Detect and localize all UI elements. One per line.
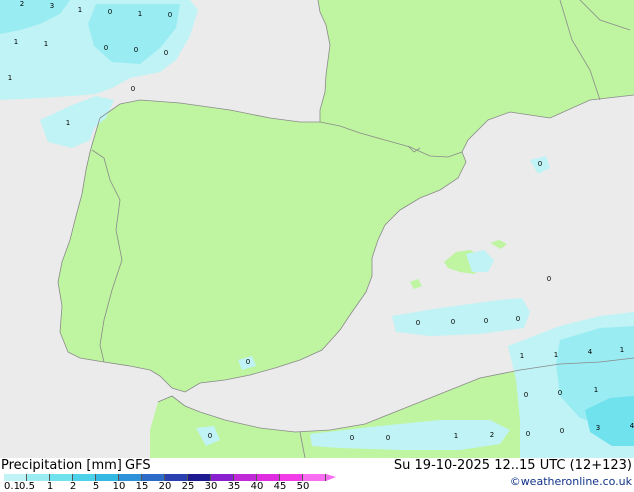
precip-value-label: 3 — [50, 2, 54, 10]
colorbar-segment — [165, 474, 188, 481]
colorbar-tick-label: 1 — [46, 481, 54, 492]
precipitation-map: 2 3 1 0 1 0 1 1 0 0 0 1 0 1 0 0 0 0 0 0 0 1 1 4 1 0 0 1 0 0 0 1 2 0 0 3 4 — [0, 0, 634, 458]
map-viewer: 2310101100010100000001141001000120034 Pr… — [0, 0, 634, 492]
colorbar-tick-label: 40 — [250, 481, 264, 492]
precip-value-label: 1 — [44, 40, 48, 48]
precip-value-label: 0 — [246, 358, 250, 366]
precip-value-label: 0 — [131, 85, 135, 93]
colorbar-tick-label: 35 — [227, 481, 241, 492]
valid-time: Su 19-10-2025 12..15 UTC (12+123) — [393, 458, 632, 473]
colorbar-segment — [73, 474, 96, 481]
precip-value-label: 0 — [108, 8, 112, 16]
precip-value-label: 4 — [630, 422, 634, 430]
precip-value-label: 1 — [620, 346, 624, 354]
precip-value-label: 0 — [416, 319, 420, 327]
precip-value-label: 0 — [524, 391, 528, 399]
colorbar-segment — [211, 474, 234, 481]
precip-value-label: 1 — [78, 6, 82, 14]
precip-value-label: 0 — [386, 434, 390, 442]
colorbar-segment — [303, 474, 326, 481]
precip-value-label: 3 — [596, 424, 600, 432]
colorbar-tick-label: 0.5 — [19, 481, 35, 492]
precip-value-label: 1 — [594, 386, 598, 394]
precip-value-label: 0 — [547, 275, 551, 283]
colorbar-tick-label: 10 — [112, 481, 126, 492]
precip-value-label: 0 — [560, 427, 564, 435]
precip-value-label: 0 — [134, 46, 138, 54]
colorbar-tick-label: 15 — [135, 481, 149, 492]
precip-value-label: 0 — [168, 11, 172, 19]
precip-value-label: 0 — [164, 49, 168, 57]
colorbar-tick-label: 5 — [92, 481, 100, 492]
colorbar-tick-label: 50 — [296, 481, 310, 492]
colorbar-tick-label: 2 — [69, 481, 77, 492]
precip-value-label: 4 — [588, 348, 593, 356]
legend-title: Precipitation [mm] — [1, 458, 122, 473]
precip-value-label: 1 — [8, 74, 12, 82]
colorbar-segment — [27, 474, 50, 481]
precip-value-label: 1 — [66, 119, 70, 127]
precip-value-label: 0 — [104, 44, 108, 52]
colorbar — [4, 474, 336, 481]
precip-value-label: 1 — [14, 38, 18, 46]
precip-value-label: 0 — [538, 160, 542, 168]
colorbar-segment — [234, 474, 257, 481]
colorbar-tick-label: 45 — [273, 481, 287, 492]
precip-value-label: 0 — [558, 389, 562, 397]
colorbar-segment — [188, 474, 211, 481]
colorbar-segment — [96, 474, 119, 481]
precip-value-label: 1 — [520, 352, 524, 360]
model-name: GFS — [125, 458, 151, 473]
colorbar-tick-label: 25 — [181, 481, 195, 492]
precip-value-label: 0 — [526, 430, 530, 438]
precip-value-label: 0 — [451, 318, 455, 326]
precip-value-label: 0 — [516, 315, 520, 323]
colorbar-segment — [142, 474, 165, 481]
colorbar-tick-label: 20 — [158, 481, 172, 492]
colorbar-segment — [4, 474, 27, 481]
colorbar-tick-label: 0.1 — [4, 481, 20, 492]
precip-value-label: 2 — [20, 0, 24, 8]
credit-link[interactable]: ©weatheronline.co.uk — [510, 475, 632, 488]
precip-value-label: 1 — [454, 432, 458, 440]
precip-value-label: 1 — [138, 10, 142, 18]
colorbar-segment — [280, 474, 303, 481]
colorbar-segment — [50, 474, 73, 481]
precip-value-label: 1 — [554, 351, 558, 359]
legend-footer: Precipitation [mm] GFS Su 19-10-2025 12.… — [0, 458, 634, 492]
colorbar-tick-label: 30 — [204, 481, 218, 492]
colorbar-segment — [119, 474, 142, 481]
precip-value-label: 0 — [484, 317, 488, 325]
precip-value-label: 0 — [350, 434, 354, 442]
precip-value-label: 0 — [208, 432, 212, 440]
colorbar-segment — [257, 474, 280, 481]
colorbar-arrow — [326, 474, 336, 481]
precip-value-label: 2 — [490, 431, 494, 439]
